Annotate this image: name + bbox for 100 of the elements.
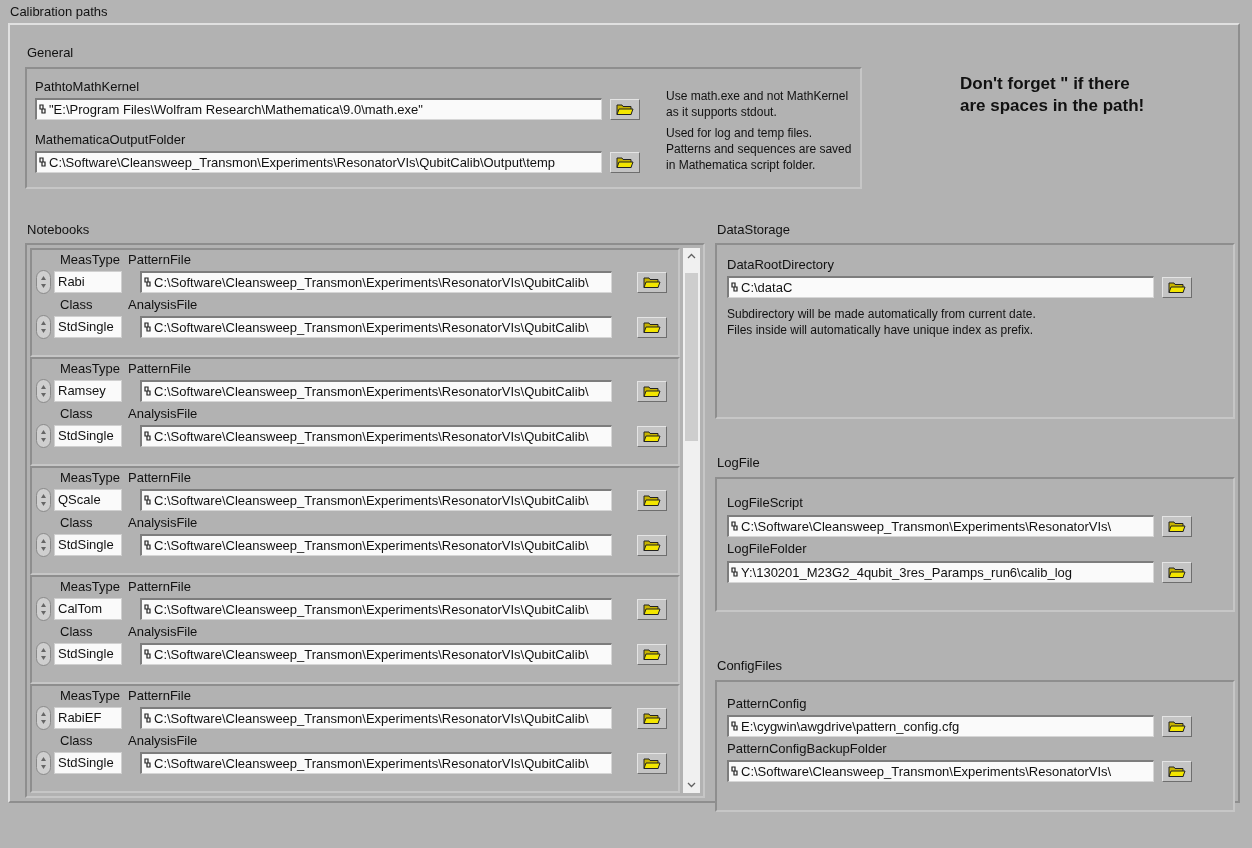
path-field[interactable]: Y:\130201_M23G2_4qubit_3res_Paramps_run6\calib_log (727, 561, 1154, 583)
browse-button[interactable] (637, 380, 667, 402)
field-label: Class (59, 733, 94, 749)
up-down-arrows-icon (40, 493, 47, 507)
browse-button[interactable] (637, 598, 667, 620)
path-field[interactable]: C:\Software\Cleansweep_Transmon\Experiments\ResonatorVIs\QubitCalib\ (140, 489, 612, 511)
ring-field[interactable]: StdSingle (54, 316, 122, 338)
browse-button[interactable] (637, 534, 667, 556)
ring-field[interactable]: StdSingle (54, 643, 122, 665)
help-text: Used for log and temp files. Patterns and sequences are saved in Mathematica script folder. (666, 125, 852, 173)
field-label: AnalysisFile (128, 515, 198, 531)
path-icon (144, 494, 151, 507)
field-label: PatternConfigBackupFolder (727, 741, 888, 757)
spinner-button[interactable] (36, 751, 51, 775)
field-label: AnalysisFile (128, 297, 198, 313)
field-label: AnalysisFile (128, 624, 198, 640)
path-field[interactable]: C:\Software\Cleansweep_Transmon\Experiments\ResonatorVIs\QubitCalib\ (140, 598, 612, 620)
spinner-button[interactable] (36, 597, 51, 621)
browse-button[interactable] (637, 752, 667, 774)
path-icon (731, 566, 738, 579)
up-down-arrows-icon (40, 602, 47, 616)
ring-field[interactable]: RabiEF (54, 707, 122, 729)
browse-button[interactable] (637, 643, 667, 665)
folder-icon (643, 647, 661, 661)
field-label: MeasType (59, 470, 121, 486)
browse-button[interactable] (637, 271, 667, 293)
browse-button[interactable] (637, 316, 667, 338)
folder-icon (643, 384, 661, 398)
folder-icon (1168, 764, 1186, 778)
browse-button[interactable] (610, 98, 640, 120)
path-field[interactable]: C:\Software\Cleansweep_Transmon\Experiments\ResonatorVIs\QubitCalib\ (140, 425, 612, 447)
spinner-button[interactable] (36, 706, 51, 730)
path-field[interactable]: C:\Software\Cleansweep_Transmon\Experiments\ResonatorVIs\QubitCalib\ (140, 380, 612, 402)
ring-field[interactable]: CalTom (54, 598, 122, 620)
ring-field[interactable]: StdSingle (54, 752, 122, 774)
field-label: PathtoMathKernel (35, 79, 141, 95)
path-field[interactable]: E:\cygwin\awgdrive\pattern_config.cfg (727, 715, 1154, 737)
up-down-arrows-icon (40, 384, 47, 398)
path-icon (144, 648, 151, 661)
browse-button[interactable] (610, 151, 640, 173)
path-field[interactable]: C:\Software\Cleansweep_Transmon\Experiments\ResonatorVIs\QubitCalib\ (140, 534, 612, 556)
up-down-arrows-icon (40, 538, 47, 552)
folder-icon (616, 102, 634, 116)
path-icon (144, 712, 151, 725)
field-label: Class (59, 406, 94, 422)
path-icon (144, 276, 151, 289)
browse-button[interactable] (1162, 561, 1192, 583)
spinner-button[interactable] (36, 642, 51, 666)
folder-icon (643, 602, 661, 616)
up-down-arrows-icon (40, 275, 47, 289)
spinner-button[interactable] (36, 533, 51, 557)
ring-field[interactable]: Rabi (54, 271, 122, 293)
ring-field[interactable]: QScale (54, 489, 122, 511)
field-label: PatternFile (128, 470, 191, 486)
browse-button[interactable] (637, 707, 667, 729)
folder-icon (643, 756, 661, 770)
scrollbar[interactable] (683, 248, 700, 793)
folder-icon (1168, 719, 1186, 733)
section-title: General (27, 45, 75, 61)
folder-icon (643, 429, 661, 443)
browse-button[interactable] (1162, 515, 1192, 537)
browse-button[interactable] (1162, 276, 1192, 298)
spinner-button[interactable] (36, 424, 51, 448)
folder-icon (1168, 519, 1186, 533)
path-field[interactable]: C:\Software\Cleansweep_Transmon\Experiments\ResonatorVIs\ (727, 760, 1154, 782)
field-label: LogFileFolder (727, 541, 808, 557)
path-field[interactable]: C:\Software\Cleansweep_Transmon\Experiments\ResonatorVIs\QubitCalib\ (140, 316, 612, 338)
ring-field[interactable]: Ramsey (54, 380, 122, 402)
path-field[interactable]: C:\Software\Cleansweep_Transmon\Experiments\ResonatorVIs\QubitCalib\Output\temp (35, 151, 602, 173)
folder-icon (643, 275, 661, 289)
path-icon (731, 281, 738, 294)
path-field[interactable]: "E:\Program Files\Wolfram Research\Mathematica\9.0\math.exe" (35, 98, 602, 120)
folder-icon (1168, 280, 1186, 294)
path-field[interactable]: C:\Software\Cleansweep_Transmon\Experiments\ResonatorVIs\ (727, 515, 1154, 537)
browse-button[interactable] (637, 489, 667, 511)
path-field[interactable]: C:\Software\Cleansweep_Transmon\Experiments\ResonatorVIs\QubitCalib\ (140, 271, 612, 293)
path-icon (731, 720, 738, 733)
browse-button[interactable] (1162, 715, 1192, 737)
ring-field[interactable]: StdSingle (54, 534, 122, 556)
help-text: Use math.exe and not MathKernel as it supports stdout. (666, 88, 849, 120)
field-label: MeasType (59, 688, 121, 704)
path-field[interactable]: C:\Software\Cleansweep_Transmon\Experiments\ResonatorVIs\QubitCalib\ (140, 643, 612, 665)
ring-field[interactable]: StdSingle (54, 425, 122, 447)
section-title: LogFile (717, 455, 761, 471)
path-field[interactable]: C:\Software\Cleansweep_Transmon\Experiments\ResonatorVIs\QubitCalib\ (140, 752, 612, 774)
scroll-thumb[interactable] (685, 273, 698, 441)
browse-button[interactable] (1162, 760, 1192, 782)
section-title: Notebooks (27, 222, 91, 238)
path-field[interactable]: C:\dataC (727, 276, 1154, 298)
path-icon (731, 520, 738, 533)
field-label: MeasType (59, 579, 121, 595)
path-icon (731, 765, 738, 778)
spinner-button[interactable] (36, 488, 51, 512)
browse-button[interactable] (637, 425, 667, 447)
field-label: AnalysisFile (128, 733, 198, 749)
spinner-button[interactable] (36, 270, 51, 294)
path-field[interactable]: C:\Software\Cleansweep_Transmon\Experiments\ResonatorVIs\QubitCalib\ (140, 707, 612, 729)
spinner-button[interactable] (36, 315, 51, 339)
folder-icon (643, 538, 661, 552)
spinner-button[interactable] (36, 379, 51, 403)
